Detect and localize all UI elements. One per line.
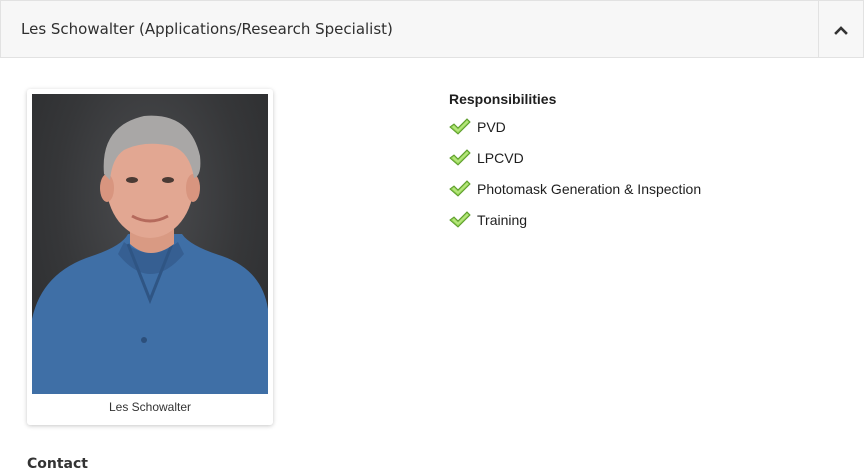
accordion-header[interactable]: Les Schowalter (Applications/Research Sp… — [0, 0, 864, 58]
list-item: LPCVD — [449, 148, 701, 179]
accordion-title[interactable]: Les Schowalter (Applications/Research Sp… — [21, 20, 393, 38]
responsibility-label: Training — [477, 212, 528, 228]
checkmark-icon — [449, 180, 471, 197]
responsibility-label: PVD — [477, 119, 506, 135]
responsibilities-list: PVD LPCVD Photomask Generation & Inspect… — [449, 117, 701, 241]
checkmark-icon — [449, 118, 471, 135]
checkmark-icon — [449, 149, 471, 166]
profile-photo — [32, 94, 268, 394]
checkmark-icon — [449, 211, 471, 228]
responsibility-label: LPCVD — [477, 150, 524, 166]
portrait-image — [32, 115, 268, 394]
collapse-toggle-button[interactable] — [818, 1, 863, 58]
list-item: Training — [449, 210, 701, 241]
list-item: Photomask Generation & Inspection — [449, 179, 701, 210]
chevron-up-icon — [834, 25, 848, 35]
responsibilities-heading: Responsibilities — [449, 91, 557, 107]
profile-photo-card: Les Schowalter — [27, 89, 273, 425]
list-item: PVD — [449, 117, 701, 148]
photo-caption: Les Schowalter — [108, 400, 192, 414]
responsibility-label: Photomask Generation & Inspection — [477, 181, 702, 197]
